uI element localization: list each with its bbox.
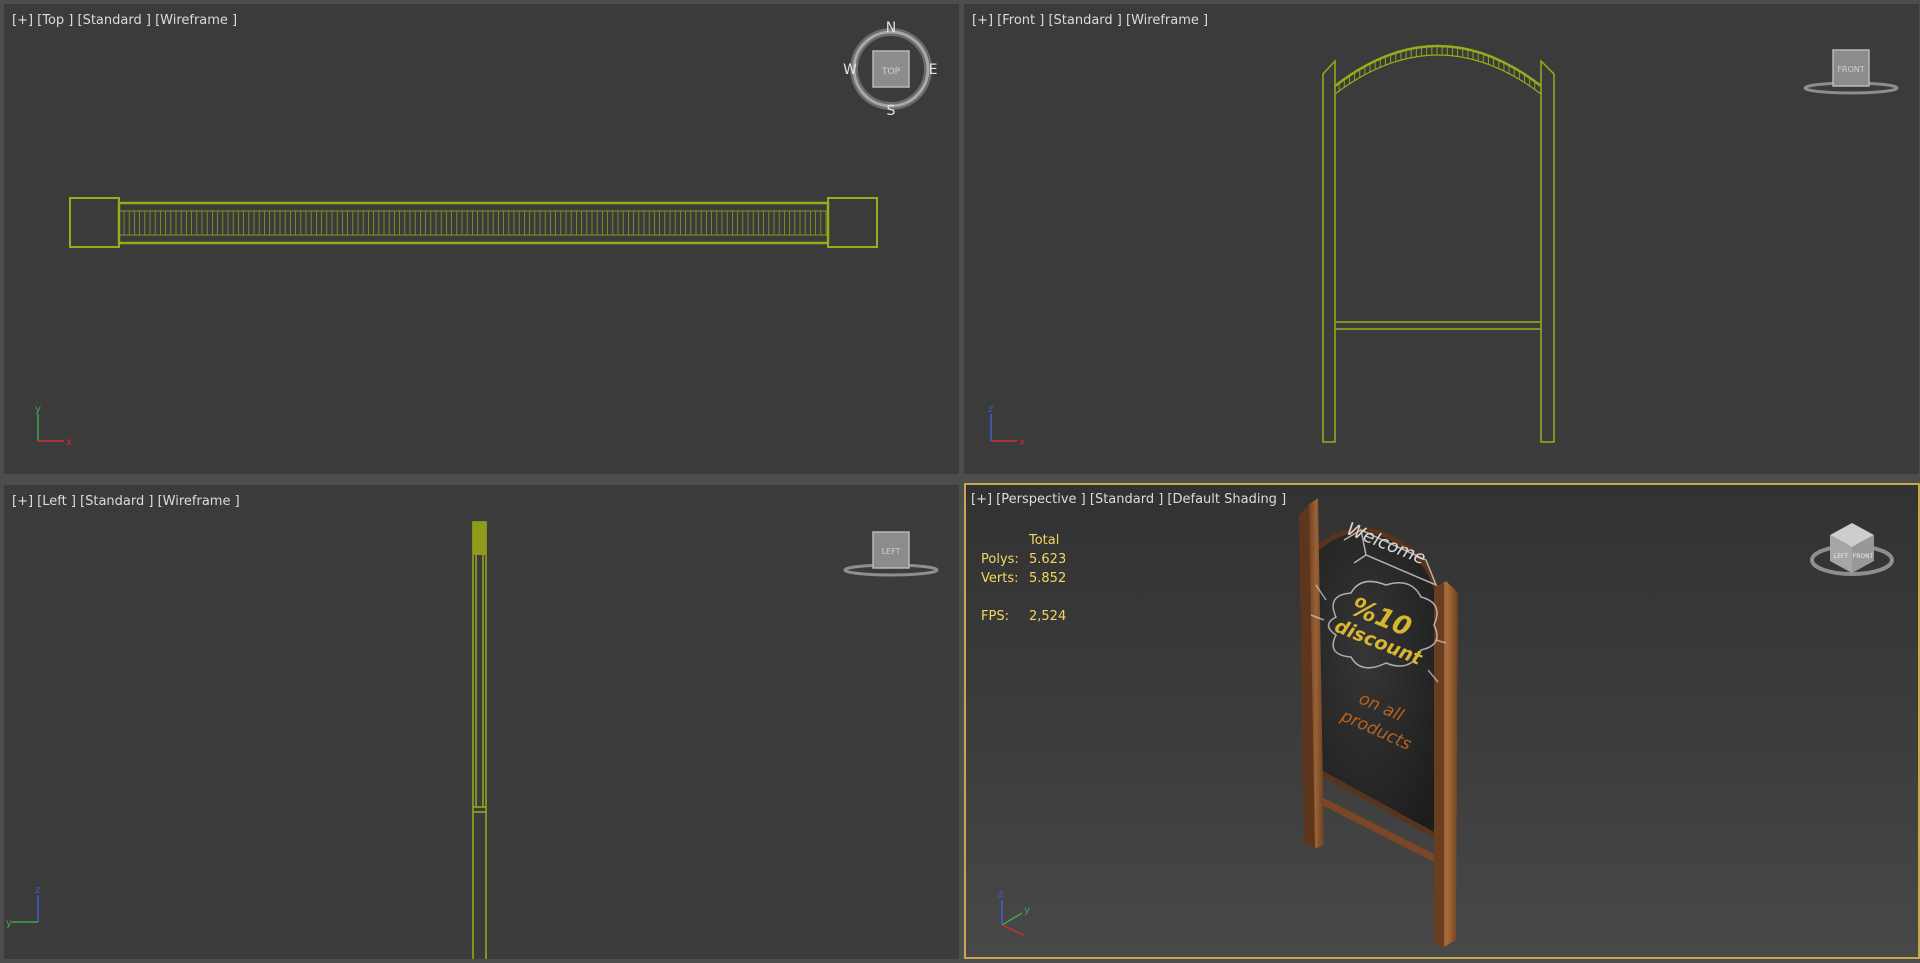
viewport-front[interactable]: [+] [Front ] [Standard ] [Wireframe ] z … <box>964 4 1919 474</box>
compass-west: W <box>843 62 857 78</box>
viewcube-face-label: TOP <box>881 67 901 77</box>
viewcube-face-left: LEFT <box>1834 553 1848 560</box>
viewport-left[interactable]: [+] [Left ] [Standard ] [Wireframe ] z y… <box>4 485 959 959</box>
viewcube-perspective[interactable]: LEFT FRONT <box>966 485 1920 959</box>
viewcube-top[interactable]: TOP N S E W <box>4 4 959 474</box>
viewcube-front[interactable]: FRONT <box>964 4 1919 474</box>
viewcube-face-label: LEFT <box>882 547 901 556</box>
compass-north: N <box>886 20 896 36</box>
viewcube-face-label: FRONT <box>1837 65 1864 74</box>
viewport-top[interactable]: [+] [Top ] [Standard ] [Wireframe ] y x … <box>4 4 959 474</box>
compass-south: S <box>887 103 896 119</box>
viewcube-left[interactable]: LEFT <box>4 485 959 959</box>
compass-east: E <box>929 62 938 78</box>
viewcube-face-front: FRONT <box>1853 553 1874 560</box>
viewport-perspective[interactable]: [+] [Perspective ] [Standard ] [Default … <box>964 483 1920 959</box>
